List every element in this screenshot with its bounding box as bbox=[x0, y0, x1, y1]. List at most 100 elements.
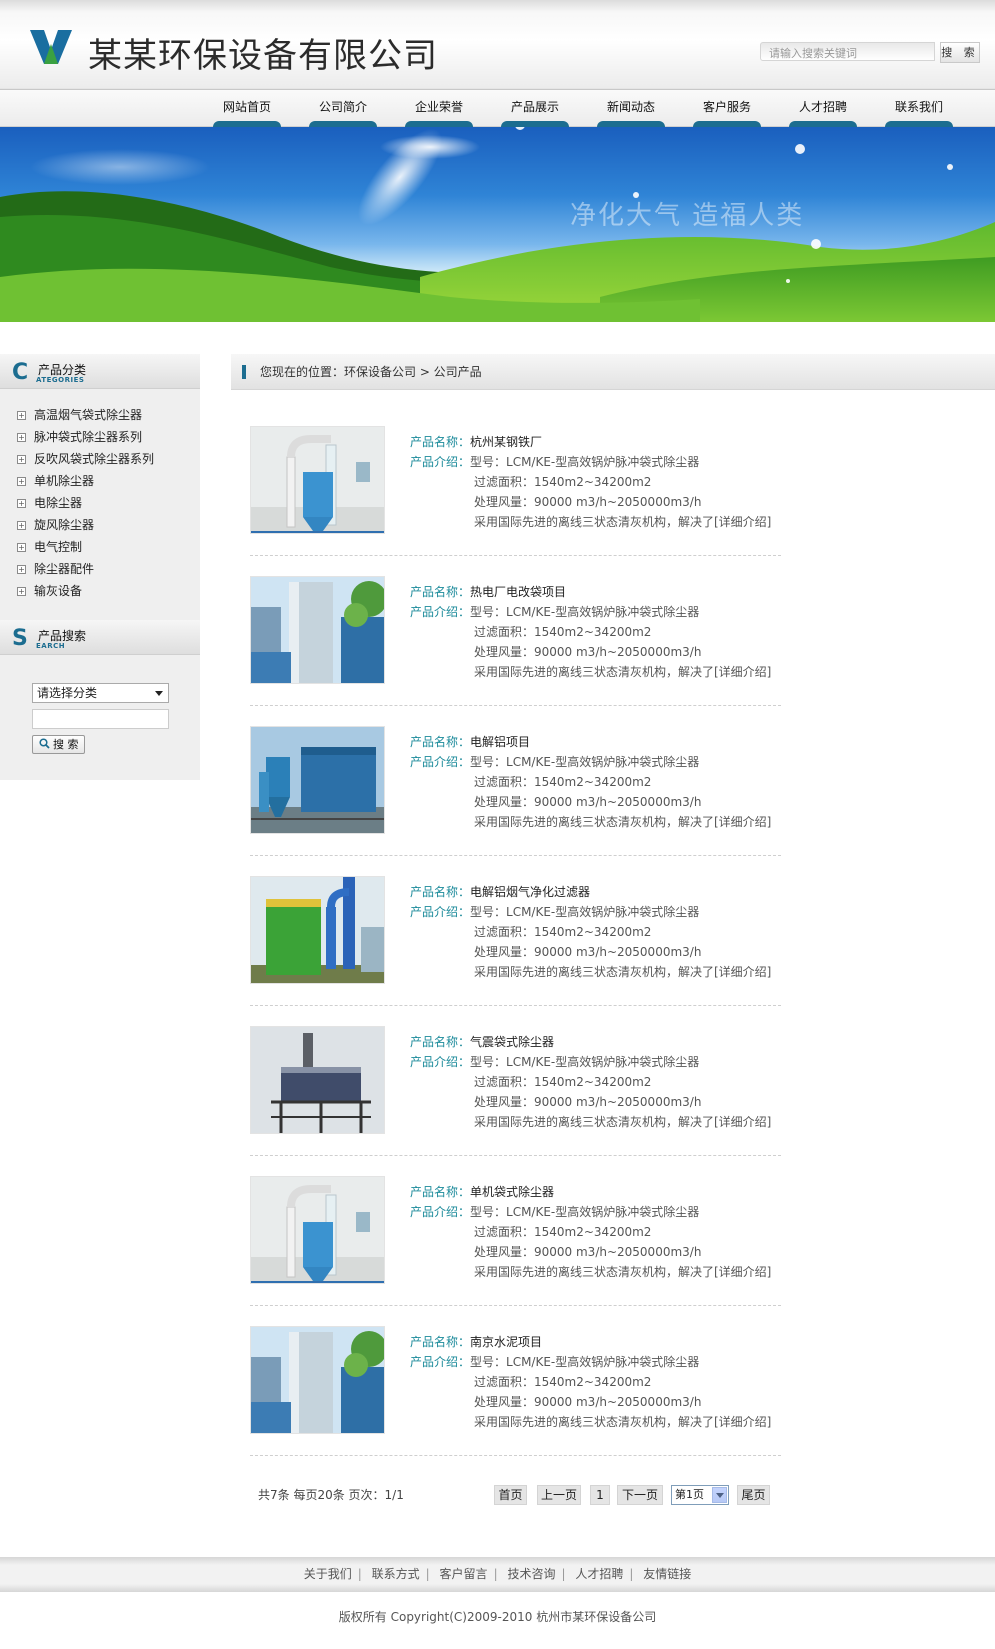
expand-plus-icon: + bbox=[17, 565, 26, 574]
product-filter-area: 过滤面积：1540m2~34200m2 bbox=[474, 1075, 652, 1089]
product-model: 型号：LCM/KE-型高效锅炉脉冲袋式除尘器 bbox=[470, 455, 700, 469]
footer-link-feedback[interactable]: 客户留言 bbox=[440, 1567, 488, 1581]
product-summary-link[interactable]: 采用国际先进的离线三状态清灰机构，解决了[详细介绍] bbox=[474, 1413, 771, 1430]
product-image[interactable] bbox=[250, 1026, 385, 1134]
nav-item-home[interactable]: 网站首页 bbox=[199, 90, 295, 127]
product-image[interactable] bbox=[250, 1176, 385, 1284]
category-select[interactable]: 请选择分类 bbox=[32, 683, 169, 703]
product-name[interactable]: 气震袋式除尘器 bbox=[470, 1035, 554, 1049]
product-air-volume: 处理风量：90000 m3/h~2050000m3/h bbox=[474, 945, 702, 959]
product-air-volume: 处理风量：90000 m3/h~2050000m3/h bbox=[474, 1395, 702, 1409]
nav-item-contact[interactable]: 联系我们 bbox=[871, 90, 967, 127]
expand-plus-icon: + bbox=[17, 411, 26, 420]
dropdown-arrow-icon bbox=[712, 1487, 727, 1503]
category-title: C 产品分类 ATEGORIES bbox=[0, 354, 200, 389]
prev-page-button[interactable]: 上一页 bbox=[537, 1485, 581, 1505]
product-image[interactable] bbox=[250, 1326, 385, 1434]
product-summary-link[interactable]: 采用国际先进的离线三状态清灰机构，解决了[详细介绍] bbox=[474, 663, 771, 680]
product-air-volume: 处理风量：90000 m3/h~2050000m3/h bbox=[474, 1245, 702, 1259]
product-intro-label: 产品介绍： bbox=[410, 455, 471, 469]
company-logo-icon bbox=[30, 30, 72, 64]
expand-plus-icon: + bbox=[17, 587, 26, 596]
category-item[interactable]: + 脉冲袋式除尘器系列 bbox=[0, 426, 200, 448]
product-name-label: 产品名称： bbox=[410, 885, 471, 899]
nav-item-service[interactable]: 客户服务 bbox=[679, 90, 775, 127]
next-page-button[interactable]: 下一页 bbox=[617, 1485, 663, 1505]
product-name[interactable]: 单机袋式除尘器 bbox=[470, 1185, 554, 1199]
product-intro-label: 产品介绍： bbox=[410, 1205, 471, 1219]
nav-item-news[interactable]: 新闻动态 bbox=[583, 90, 679, 127]
footer-link-tech[interactable]: 技术咨询 bbox=[507, 1567, 555, 1581]
product-intro-line: 产品介绍：型号：LCM/KE-型高效锅炉脉冲袋式除尘器 bbox=[410, 1203, 699, 1220]
footer-link-contact[interactable]: 联系方式 bbox=[372, 1567, 420, 1581]
page-select[interactable]: 第1页 bbox=[671, 1485, 729, 1505]
product-name[interactable]: 杭州某钢铁厂 bbox=[470, 435, 542, 449]
product-air-volume: 处理风量：90000 m3/h~2050000m3/h bbox=[474, 495, 702, 509]
expand-plus-icon: + bbox=[17, 477, 26, 486]
expand-plus-icon: + bbox=[17, 521, 26, 530]
footer-link-jobs[interactable]: 人才招聘 bbox=[575, 1567, 623, 1581]
product-summary-link[interactable]: 采用国际先进的离线三状态清灰机构，解决了[详细介绍] bbox=[474, 813, 771, 830]
category-list: + 高温烟气袋式除尘器 + 脉冲袋式除尘器系列 + 反吹风袋式除尘器系列 + 单机除尘器… bbox=[0, 404, 200, 602]
category-item[interactable]: + 高温烟气袋式除尘器 bbox=[0, 404, 200, 426]
footer-link-friends[interactable]: 友情链接 bbox=[643, 1567, 691, 1581]
product-model: 型号：LCM/KE-型高效锅炉脉冲袋式除尘器 bbox=[470, 1205, 700, 1219]
product-summary-link[interactable]: 采用国际先进的离线三状态清灰机构，解决了[详细介绍] bbox=[474, 513, 771, 530]
product-item: 产品名称：南京水泥项目 产品介绍：型号：LCM/KE-型高效锅炉脉冲袋式除尘器 过滤… bbox=[250, 1306, 781, 1456]
category-item[interactable]: + 除尘器配件 bbox=[0, 558, 200, 580]
expand-plus-icon: + bbox=[17, 543, 26, 552]
product-intro-line: 产品介绍：型号：LCM/KE-型高效锅炉脉冲袋式除尘器 bbox=[410, 603, 699, 620]
product-image[interactable] bbox=[250, 576, 385, 684]
product-filter-area: 过滤面积：1540m2~34200m2 bbox=[474, 775, 652, 789]
product-item: 产品名称：杭州某钢铁厂 产品介绍：型号：LCM/KE-型高效锅炉脉冲袋式除尘器 过滤… bbox=[250, 406, 781, 556]
site-header: 某某环保设备有限公司 请输入搜索关键词 搜 索 bbox=[0, 0, 995, 90]
product-intro-line: 产品介绍：型号：LCM/KE-型高效锅炉脉冲袋式除尘器 bbox=[410, 903, 699, 920]
product-intro-label: 产品介绍： bbox=[410, 605, 471, 619]
last-page-button[interactable]: 尾页 bbox=[737, 1485, 770, 1505]
footer-link-about[interactable]: 关于我们 bbox=[304, 1567, 352, 1581]
product-search-title: S 产品搜索 EARCH bbox=[0, 620, 200, 655]
search-title-initial: S bbox=[12, 626, 28, 651]
product-name[interactable]: 电解铝项目 bbox=[470, 735, 530, 749]
product-intro-label: 产品介绍： bbox=[410, 905, 471, 919]
nav-item-jobs[interactable]: 人才招聘 bbox=[775, 90, 871, 127]
product-air-volume: 处理风量：90000 m3/h~2050000m3/h bbox=[474, 1095, 702, 1109]
product-keyword-input[interactable] bbox=[32, 709, 169, 729]
product-intro-label: 产品介绍： bbox=[410, 1055, 471, 1069]
expand-plus-icon: + bbox=[17, 499, 26, 508]
category-item[interactable]: + 单机除尘器 bbox=[0, 470, 200, 492]
product-search-button[interactable]: 搜 索 bbox=[32, 735, 85, 754]
product-name[interactable]: 南京水泥项目 bbox=[470, 1335, 542, 1349]
nav-item-honors[interactable]: 企业荣誉 bbox=[391, 90, 487, 127]
page-number-button[interactable]: 1 bbox=[590, 1485, 610, 1505]
product-item: 产品名称：气震袋式除尘器产品介绍：型号：LCM/KE-型高效锅炉脉冲袋式除尘器过… bbox=[250, 1006, 781, 1156]
product-summary-link[interactable]: 采用国际先进的离线三状态清灰机构，解决了[详细介绍] bbox=[474, 1263, 771, 1280]
product-air-volume: 处理风量：90000 m3/h~2050000m3/h bbox=[474, 795, 702, 809]
product-name[interactable]: 热电厂电改袋项目 bbox=[470, 585, 566, 599]
product-model: 型号：LCM/KE-型高效锅炉脉冲袋式除尘器 bbox=[470, 1055, 700, 1069]
category-item[interactable]: + 旋风除尘器 bbox=[0, 514, 200, 536]
category-item[interactable]: + 反吹风袋式除尘器系列 bbox=[0, 448, 200, 470]
breadcrumb-marker bbox=[242, 365, 246, 379]
product-image[interactable] bbox=[250, 876, 385, 984]
expand-plus-icon: + bbox=[17, 433, 26, 442]
product-name-label: 产品名称： bbox=[410, 735, 471, 749]
first-page-button[interactable]: 首页 bbox=[494, 1485, 527, 1505]
dropdown-arrow-icon bbox=[155, 691, 163, 696]
product-intro-line: 产品介绍：型号：LCM/KE-型高效锅炉脉冲袋式除尘器 bbox=[410, 753, 699, 770]
nav-item-products[interactable]: 产品展示 bbox=[487, 90, 583, 127]
product-name-label: 产品名称： bbox=[410, 1035, 471, 1049]
category-item[interactable]: + 电气控制 bbox=[0, 536, 200, 558]
product-model: 型号：LCM/KE-型高效锅炉脉冲袋式除尘器 bbox=[470, 755, 700, 769]
product-image[interactable] bbox=[250, 726, 385, 834]
product-summary-link[interactable]: 采用国际先进的离线三状态清灰机构，解决了[详细介绍] bbox=[474, 1113, 771, 1130]
category-item[interactable]: + 电除尘器 bbox=[0, 492, 200, 514]
search-button[interactable]: 搜 索 bbox=[940, 42, 980, 63]
category-item[interactable]: + 输灰设备 bbox=[0, 580, 200, 602]
search-input[interactable]: 请输入搜索关键词 bbox=[760, 42, 935, 61]
nav-item-about[interactable]: 公司简介 bbox=[295, 90, 391, 127]
product-image[interactable] bbox=[250, 426, 385, 534]
product-name[interactable]: 电解铝烟气净化过滤器 bbox=[470, 885, 590, 899]
product-filter-area: 过滤面积：1540m2~34200m2 bbox=[474, 1225, 652, 1239]
product-summary-link[interactable]: 采用国际先进的离线三状态清灰机构，解决了[详细介绍] bbox=[474, 963, 771, 980]
